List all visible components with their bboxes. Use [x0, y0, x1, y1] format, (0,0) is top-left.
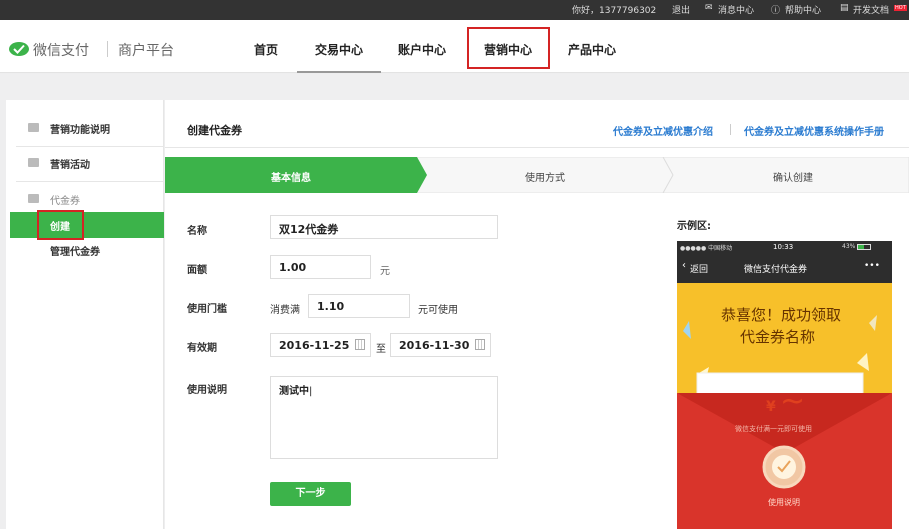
congrats-line-1: 恭喜您！成功领取	[721, 306, 842, 324]
calendar-icon[interactable]	[355, 339, 365, 350]
sidebar-item-manage[interactable]: 管理代金券	[50, 243, 100, 258]
sidebar-item-intro[interactable]: 营销功能说明	[50, 121, 110, 136]
marketing-highlight-box	[467, 27, 550, 69]
greeting-text: 你好，1377796302	[572, 6, 657, 16]
step-confirm: 确认创建	[773, 173, 813, 184]
next-step-button[interactable]: 下一步	[270, 482, 351, 506]
amount-unit: 元	[380, 266, 390, 277]
nav-account-center[interactable]: 账户中心	[398, 41, 446, 58]
nav-trading-center[interactable]: 交易中心	[315, 41, 363, 58]
nav-home[interactable]: 首页	[254, 41, 278, 58]
card-subtext: 微信支付满一元即可使用	[735, 425, 812, 433]
document-icon: ▤	[840, 3, 849, 13]
calendar-icon[interactable]	[475, 339, 485, 350]
back-button: 返回	[690, 265, 709, 275]
phone-preview: ●●●●● 中国移动 10:33 43% ‹ 返回 微信支付代金券 ••• 恭喜…	[677, 241, 892, 529]
link-divider	[730, 124, 731, 135]
time-status: 10:33	[773, 243, 794, 251]
sidebar: 营销功能说明 营销活动 代金券 创建 管理代金券	[6, 100, 164, 529]
description-textarea[interactable]: 测试中|	[270, 376, 498, 459]
yen-symbol: ¥	[766, 399, 776, 415]
name-input[interactable]: 双12代金券	[270, 215, 498, 239]
step-basic-info: 基本信息	[271, 173, 311, 184]
wechat-pay-logo-icon	[9, 42, 29, 56]
main-panel: 创建代金券 代金券及立减优惠介绍 代金券及立减优惠系统操作手册 基本信息 使用方…	[165, 100, 909, 529]
sidebar-group-coupons: 代金券	[50, 196, 80, 207]
create-highlight-box	[37, 210, 84, 240]
sidebar-item-create[interactable]: 创建	[10, 212, 164, 238]
amount-label: 面额	[187, 265, 207, 276]
phone-header: ●●●●● 中国移动 10:33 43% ‹ 返回 微信支付代金券 •••	[677, 241, 892, 283]
more-icon: •••	[864, 261, 880, 271]
dev-docs-link[interactable]: 开发文档	[853, 3, 889, 16]
threshold-prefix: 消费满	[270, 305, 300, 316]
messages-link[interactable]: 消息中心	[718, 3, 754, 16]
carrier-status: ●●●●● 中国移动	[680, 245, 733, 252]
date-range-separator: 至	[376, 344, 386, 355]
header: 微信支付 商户平台 首页 交易中心 账户中心 营销中心 产品中心	[0, 20, 909, 73]
validity-label: 有效期	[187, 343, 217, 354]
brand-name: 微信支付	[33, 43, 89, 59]
congrats-line-2: 代金券名称	[740, 328, 816, 346]
back-chevron-icon: ‹	[682, 260, 686, 271]
help-icon: ⓘ	[771, 6, 781, 16]
top-bar: 你好，1377796302 退出 ✉ 消息中心 ⓘ 帮助中心 ▤ 开发文档 HO…	[0, 0, 909, 20]
preview-label: 示例区:	[677, 221, 711, 232]
sidebar-divider	[16, 181, 164, 182]
hot-badge: HOT	[894, 5, 907, 11]
brand-divider	[107, 41, 108, 57]
battery-status: 43%	[842, 243, 856, 250]
amount-input[interactable]: 1.00	[270, 255, 371, 279]
name-label: 名称	[187, 226, 207, 237]
battery-icon	[857, 244, 871, 250]
amount-placeholder: ~	[780, 384, 806, 419]
threshold-suffix: 元可使用	[418, 305, 458, 316]
text-cursor: |	[309, 386, 313, 397]
logout-link[interactable]: 退出	[672, 3, 690, 16]
nav-active-underline	[297, 71, 381, 73]
phone-app-title: 微信支付代金券	[744, 265, 808, 275]
description-label: 使用说明	[187, 385, 227, 396]
gift-icon	[28, 158, 39, 167]
coupon-icon	[28, 194, 39, 203]
description-text: 测试中	[279, 386, 309, 397]
book-icon	[28, 123, 39, 132]
step-usage: 使用方式	[525, 173, 565, 184]
threshold-input[interactable]: 1.10	[308, 294, 410, 318]
threshold-label: 使用门槛	[187, 304, 227, 315]
title-divider	[165, 147, 909, 148]
mail-icon: ✉	[705, 3, 713, 13]
platform-name: 商户平台	[118, 43, 174, 59]
intro-link[interactable]: 代金券及立减优惠介绍	[613, 123, 713, 138]
use-instructions-link: 使用说明	[768, 498, 800, 507]
sidebar-divider	[16, 146, 164, 147]
page-title: 创建代金券	[187, 124, 242, 137]
nav-product-center[interactable]: 产品中心	[568, 41, 616, 58]
help-link[interactable]: 帮助中心	[785, 3, 821, 16]
sidebar-item-activities[interactable]: 营销活动	[50, 156, 90, 171]
manual-link[interactable]: 代金券及立减优惠系统操作手册	[744, 123, 884, 138]
gray-strip	[0, 74, 909, 100]
